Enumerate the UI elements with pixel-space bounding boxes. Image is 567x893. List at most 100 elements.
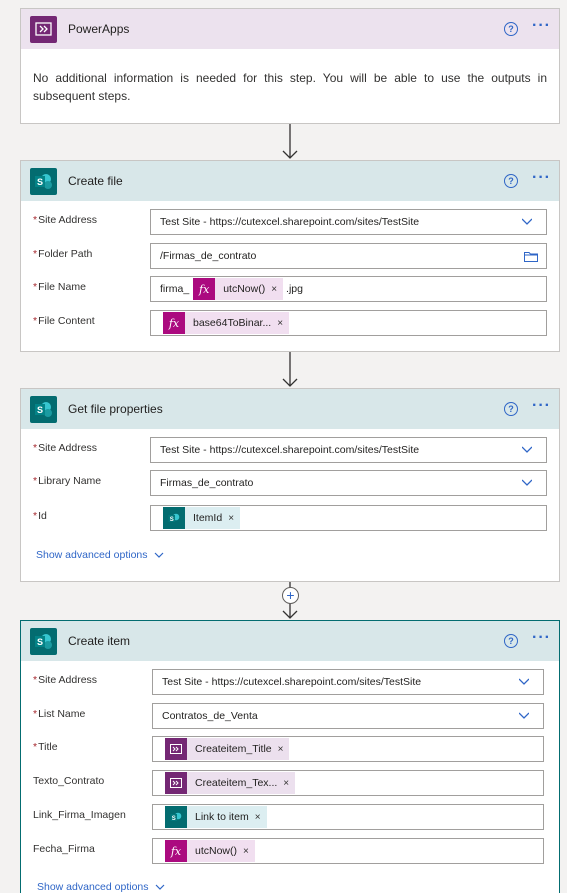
- fecha-firma-row: Fecha_Firma fx utcNow() ×: [21, 838, 559, 864]
- remove-token-icon[interactable]: ×: [277, 318, 283, 329]
- fecha-firma-input[interactable]: fx utcNow() ×: [152, 838, 544, 864]
- remove-token-icon[interactable]: ×: [278, 744, 284, 755]
- title-row: *Title Createitem_Title ×: [21, 736, 559, 762]
- create-file-card: S Create file ? ··· *Site Address Test S…: [20, 160, 560, 352]
- powerapps-token[interactable]: Createitem_Tex... ×: [165, 772, 296, 794]
- folder-path-input[interactable]: /Firmas_de_contrato: [150, 243, 547, 269]
- id-row: *Id S ItemId ×: [21, 505, 559, 531]
- get-file-properties-card-header[interactable]: S Get file properties ? ···: [21, 389, 559, 429]
- show-advanced-options-link[interactable]: Show advanced options: [36, 549, 164, 561]
- chevron-down-icon[interactable]: [522, 444, 532, 454]
- add-step-button[interactable]: +: [282, 587, 299, 604]
- folder-picker-icon[interactable]: [524, 251, 538, 262]
- site-address-dropdown[interactable]: Test Site - https://cutexcel.sharepoint.…: [150, 209, 547, 235]
- list-name-dropdown[interactable]: Contratos_de_Venta: [152, 703, 544, 729]
- remove-token-icon[interactable]: ×: [228, 513, 234, 524]
- site-address-label: Site Address: [38, 674, 98, 686]
- powerapps-logo-icon: [30, 15, 57, 43]
- show-advanced-options-link[interactable]: Show advanced options: [37, 881, 165, 893]
- list-name-row: *List Name Contratos_de_Venta: [21, 703, 559, 729]
- token-label: Createitem_Title: [195, 743, 272, 755]
- list-name-label: List Name: [38, 708, 86, 720]
- site-address-row: *Site Address Test Site - https://cutexc…: [21, 437, 559, 463]
- svg-text:S: S: [172, 816, 176, 822]
- expression-icon: fx: [165, 840, 187, 862]
- powerapps-card-header[interactable]: PowerApps ? ···: [21, 9, 559, 49]
- chevron-down-icon[interactable]: [522, 216, 532, 226]
- more-options-icon[interactable]: ···: [532, 170, 551, 186]
- create-item-card-header[interactable]: S Create item ? ···: [21, 621, 559, 661]
- folder-path-label: Folder Path: [38, 248, 93, 260]
- help-icon[interactable]: ?: [504, 402, 519, 416]
- powerapps-icon: [165, 772, 187, 794]
- more-options-icon[interactable]: ···: [532, 630, 551, 646]
- chevron-down-icon[interactable]: [522, 477, 532, 487]
- texto-contrato-label: Texto_Contrato: [33, 775, 105, 787]
- folder-path-value: /Firmas_de_contrato: [160, 250, 257, 262]
- help-icon[interactable]: ?: [504, 174, 519, 188]
- remove-token-icon[interactable]: ×: [283, 778, 289, 789]
- flow-arrow-icon: [282, 352, 298, 387]
- file-name-label: File Name: [38, 281, 86, 293]
- token-label: Createitem_Tex...: [195, 777, 278, 789]
- more-options-icon[interactable]: ···: [532, 398, 551, 414]
- create-item-card: S Create item ? ··· *Site Address Test S…: [20, 620, 560, 893]
- chevron-down-icon[interactable]: [519, 710, 529, 720]
- remove-token-icon[interactable]: ×: [243, 846, 249, 857]
- id-label: Id: [38, 510, 47, 522]
- site-address-row: *Site Address Test Site - https://cutexc…: [21, 669, 559, 695]
- powerapps-token[interactable]: Createitem_Title ×: [165, 738, 290, 760]
- sharepoint-token[interactable]: S ItemId ×: [163, 507, 241, 529]
- expression-token[interactable]: fx base64ToBinar... ×: [163, 312, 290, 334]
- library-name-value: Firmas_de_contrato: [160, 477, 254, 489]
- expression-icon: fx: [193, 278, 216, 300]
- svg-text:S: S: [37, 637, 43, 647]
- token-label: base64ToBinar...: [193, 317, 272, 329]
- show-advanced-options-label: Show advanced options: [36, 549, 148, 561]
- link-firma-input[interactable]: S Link to item ×: [152, 804, 544, 830]
- site-address-value: Test Site - https://cutexcel.sharepoint.…: [160, 216, 420, 228]
- expression-token[interactable]: fx utcNow() ×: [165, 840, 255, 862]
- title-input[interactable]: Createitem_Title ×: [152, 736, 544, 762]
- file-name-suffix: .jpg: [286, 283, 303, 295]
- sharepoint-icon: S: [165, 806, 187, 828]
- expression-token[interactable]: fx utcNow() ×: [193, 278, 284, 300]
- texto-contrato-row: Texto_Contrato Createitem_Tex... ×: [21, 770, 559, 796]
- token-label: utcNow(): [223, 283, 266, 295]
- more-options-icon[interactable]: ···: [532, 18, 551, 34]
- token-label: ItemId: [193, 512, 223, 524]
- svg-text:S: S: [37, 405, 43, 415]
- file-content-label: File Content: [38, 315, 95, 327]
- texto-contrato-input[interactable]: Createitem_Tex... ×: [152, 770, 544, 796]
- link-firma-label: Link_Firma_Imagen: [33, 809, 126, 821]
- svg-text:S: S: [37, 177, 43, 187]
- id-input[interactable]: S ItemId ×: [150, 505, 547, 531]
- chevron-down-icon[interactable]: [519, 676, 529, 686]
- file-content-input[interactable]: fx base64ToBinar... ×: [150, 310, 547, 336]
- chevron-down-icon: [155, 884, 164, 890]
- site-address-dropdown[interactable]: Test Site - https://cutexcel.sharepoint.…: [152, 669, 544, 695]
- file-content-row: *File Content fx base64ToBinar... ×: [21, 310, 559, 336]
- create-file-card-header[interactable]: S Create file ? ···: [21, 161, 559, 201]
- step-title: Create item: [68, 634, 131, 648]
- sharepoint-logo-icon: S: [30, 627, 57, 655]
- library-name-row: *Library Name Firmas_de_contrato: [21, 470, 559, 496]
- svg-text:S: S: [170, 517, 174, 523]
- help-icon[interactable]: ?: [504, 634, 519, 648]
- site-address-dropdown[interactable]: Test Site - https://cutexcel.sharepoint.…: [150, 437, 547, 463]
- site-address-value: Test Site - https://cutexcel.sharepoint.…: [162, 676, 422, 688]
- list-name-value: Contratos_de_Venta: [162, 710, 258, 722]
- expression-icon: fx: [163, 312, 185, 334]
- file-name-input[interactable]: firma_ fx utcNow() × .jpg: [150, 276, 547, 302]
- remove-token-icon[interactable]: ×: [271, 284, 277, 295]
- help-icon[interactable]: ?: [504, 22, 519, 36]
- step-title: Create file: [68, 174, 123, 188]
- remove-token-icon[interactable]: ×: [255, 812, 261, 823]
- token-label: Link to item: [195, 811, 249, 823]
- library-name-label: Library Name: [38, 475, 102, 487]
- powerapps-icon: [165, 738, 187, 760]
- library-name-dropdown[interactable]: Firmas_de_contrato: [150, 470, 547, 496]
- sharepoint-token[interactable]: S Link to item ×: [165, 806, 267, 828]
- site-address-value: Test Site - https://cutexcel.sharepoint.…: [160, 444, 420, 456]
- sharepoint-logo-icon: S: [30, 167, 57, 195]
